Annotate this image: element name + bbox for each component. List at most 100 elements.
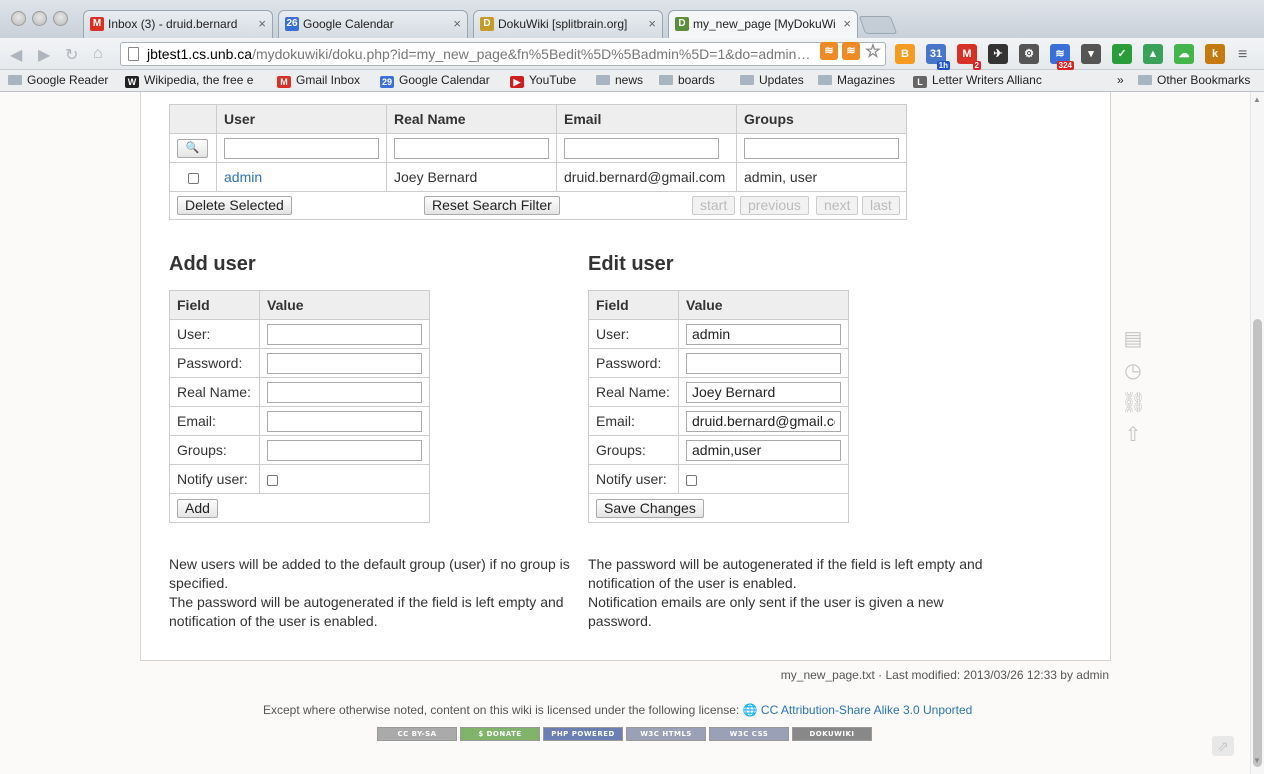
gear-icon[interactable]: ⚙ [1019, 44, 1039, 64]
home-icon[interactable]: ⌂ [93, 45, 103, 63]
edit-user-form: FieldValue User: Password: Real Name: Em… [588, 290, 849, 523]
bookmark-label: » [1117, 73, 1124, 87]
bookmark-label: Magazines [837, 73, 896, 87]
bookmark-item[interactable]: M Gmail Inbox [277, 73, 360, 88]
tab-close-icon[interactable]: × [648, 16, 656, 31]
edit-user-notes: The password will be autogenerated if th… [588, 555, 998, 631]
reload-icon[interactable]: ↻ [65, 45, 78, 65]
pager-start-button[interactable]: start [692, 196, 736, 215]
save-changes-button[interactable]: Save Changes [596, 498, 704, 518]
footer-badge[interactable]: PHP POWERED [543, 727, 623, 741]
forward-arrow-icon[interactable]: ▶ [38, 45, 50, 65]
bird-icon[interactable]: ✈ [988, 44, 1008, 64]
minimize-window-button[interactable] [32, 11, 47, 26]
filter-real-name-input[interactable] [394, 137, 549, 159]
pager-last-button[interactable]: last [862, 196, 900, 215]
tab-close-icon[interactable]: × [258, 16, 266, 31]
checkmark-icon[interactable]: ✓ [1112, 44, 1132, 64]
footer-badge[interactable]: DOKUWIKI [792, 727, 872, 741]
bookmark-item[interactable]: Magazines [818, 73, 895, 87]
tab-favicon-icon: 26 [285, 17, 299, 31]
browser-tab[interactable]: D DokuWiki [splitbrain.org] × [473, 10, 663, 38]
scrollbar-thumb[interactable] [1253, 319, 1262, 767]
filter-user-input[interactable] [224, 137, 379, 159]
bookmark-item[interactable]: boards [659, 73, 715, 87]
pager-next-button[interactable]: next [816, 196, 859, 215]
scroll-down-arrow-icon[interactable]: ▼ [1253, 756, 1261, 765]
select-user-checkbox[interactable] [187, 172, 199, 184]
add-password-input[interactable] [267, 352, 422, 374]
browser-tab[interactable]: D my_new_page [MyDokuWi × [668, 10, 858, 39]
tab-close-icon[interactable]: × [453, 16, 461, 31]
footer-badge[interactable]: CC BY-SA [377, 727, 457, 741]
zoom-window-button[interactable] [53, 11, 68, 26]
bookmark-item[interactable]: news [596, 73, 643, 87]
edit-email-input[interactable] [686, 410, 841, 432]
bookmark-label: Letter Writers Allianc [932, 73, 1042, 87]
browser-tab[interactable]: 26 Google Calendar × [278, 10, 468, 38]
footer-badge[interactable]: W3C HTML5 [626, 727, 706, 741]
footer-badge[interactable]: $ DONATE [460, 727, 540, 741]
edit-notify-checkbox[interactable] [686, 474, 697, 486]
bookmark-item[interactable]: ▶ YouTube [510, 73, 576, 88]
filter-groups-input[interactable] [744, 137, 899, 159]
backlinks-icon[interactable]: ⛓ [1121, 391, 1146, 415]
filter-email-input[interactable] [564, 137, 719, 159]
tab-strip: M Inbox (3) - druid.bernard × 26 Google C… [0, 0, 1264, 39]
footer-badge[interactable]: W3C CSS [709, 727, 789, 741]
bookmark-item[interactable]: Updates [740, 73, 804, 87]
add-user-input[interactable] [267, 323, 422, 345]
bookmark-item[interactable]: Other Bookmarks [1138, 73, 1250, 87]
edit-real-name-input[interactable] [686, 381, 841, 403]
rss-reader-icon[interactable]: ≋ 324 [1050, 44, 1074, 70]
pocket-icon[interactable]: ▾ [1081, 44, 1101, 64]
license-link[interactable]: CC Attribution-Share Alike 3.0 Unported [761, 703, 972, 717]
search-filter-button[interactable]: 🔍 [177, 139, 208, 158]
add-user-heading: Add user [169, 253, 256, 275]
pager-previous-button[interactable]: previous [740, 196, 809, 215]
address-bar[interactable]: jbtest1.cs.unb.ca/mydokuwiki/doku.php?id… [120, 42, 886, 66]
bookmark-star-icon[interactable]: ☆ [864, 42, 882, 60]
back-to-top-icon[interactable]: ⇧ [1121, 423, 1145, 447]
add-groups-input[interactable] [267, 439, 422, 461]
cloud-icon[interactable]: ☁ [1174, 44, 1194, 64]
edit-user-input[interactable] [686, 323, 841, 345]
browser-tab[interactable]: M Inbox (3) - druid.bernard × [83, 10, 273, 38]
bookmark-item[interactable]: W Wikipedia, the free e [125, 73, 253, 88]
bookmark-item[interactable]: Google Reader [8, 73, 108, 87]
close-window-button[interactable] [11, 11, 26, 26]
add-button[interactable]: Add [177, 498, 218, 518]
rss-icon[interactable]: ≋ [820, 42, 838, 60]
delete-selected-button[interactable]: Delete Selected [177, 196, 292, 215]
add-email-input[interactable] [267, 410, 422, 432]
new-tab-button[interactable] [858, 16, 898, 34]
gmail-checker-icon[interactable]: M2 [957, 44, 981, 70]
show-page-icon[interactable]: ▤ [1121, 327, 1145, 351]
share-icon[interactable]: ⇗ [1212, 736, 1234, 756]
scroll-up-arrow-icon[interactable]: ▲ [1253, 95, 1261, 104]
bookmark-favicon-icon: ▶ [510, 76, 524, 88]
drive-icon[interactable]: ▲ [1143, 44, 1163, 64]
vertical-scrollbar[interactable]: ▲ ▼ [1250, 92, 1264, 774]
old-revisions-icon[interactable]: ◷ [1121, 359, 1145, 383]
folder-icon [1138, 75, 1152, 85]
edit-password-label: Password: [588, 348, 679, 378]
add-real-name-input[interactable] [267, 381, 422, 403]
tab-close-icon[interactable]: × [843, 16, 851, 31]
more-bookmarks-chevron[interactable]: » [1117, 73, 1124, 87]
edit-groups-input[interactable] [686, 439, 841, 461]
edit-password-input[interactable] [686, 352, 841, 374]
bookmark-item[interactable]: L Letter Writers Allianc [913, 73, 1042, 88]
bookmark-item[interactable]: 29 Google Calendar [380, 73, 490, 88]
kindle-icon[interactable]: k [1205, 44, 1225, 64]
menu-icon[interactable]: ≡ [1238, 46, 1247, 64]
rss-subscribe-icon[interactable]: ≋ [842, 42, 860, 60]
blogger-icon[interactable]: B [895, 44, 915, 64]
tab-label: my_new_page [MyDokuWi [693, 17, 836, 31]
add-notify-checkbox[interactable] [267, 474, 278, 486]
bookmark-label: Updates [759, 73, 804, 87]
reset-search-filter-button[interactable]: Reset Search Filter [424, 196, 560, 215]
back-arrow-icon[interactable]: ◀ [10, 45, 22, 65]
calendar-checker-icon[interactable]: 31 1h [926, 44, 950, 70]
user-link[interactable]: admin [224, 169, 262, 185]
